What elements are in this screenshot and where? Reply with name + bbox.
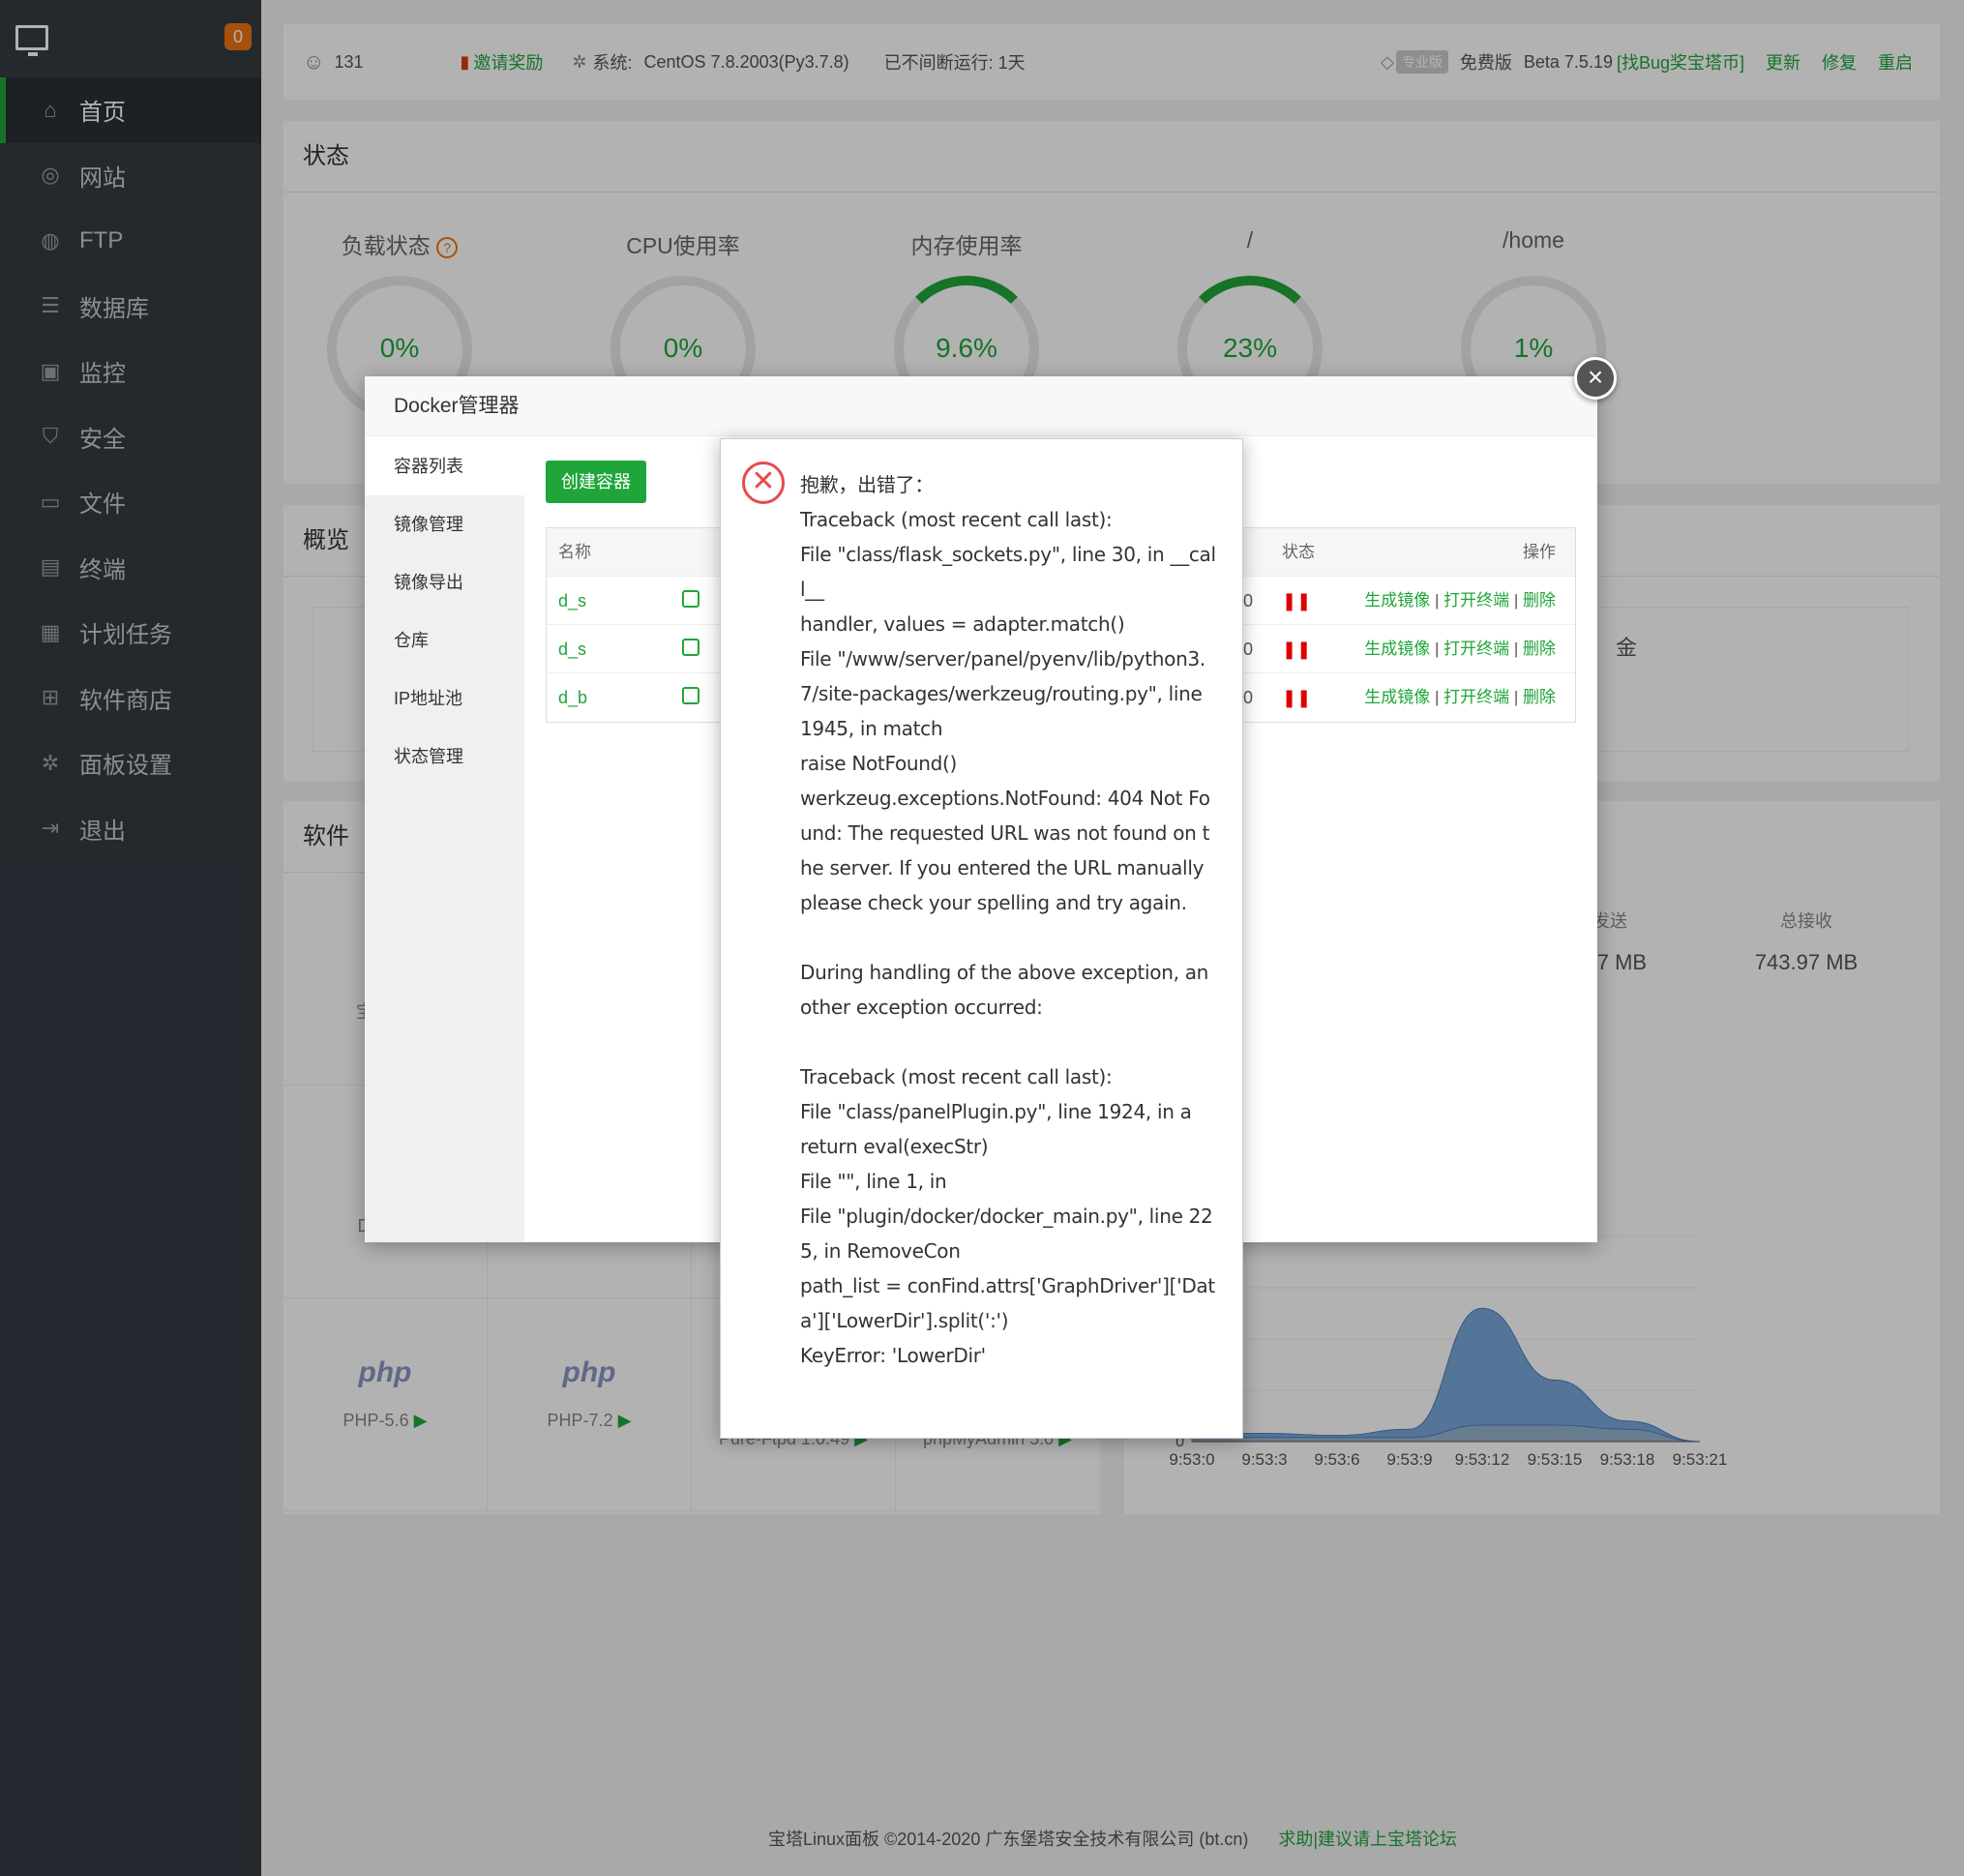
container-zero: 0 <box>1243 688 1254 707</box>
paused-icon[interactable]: ❚❚ <box>1282 577 1311 625</box>
error-icon: ✕ <box>742 462 785 504</box>
container-name[interactable]: d_b <box>558 673 587 722</box>
dialog-close-button[interactable]: × <box>1574 357 1617 400</box>
tab-repository[interactable]: 仓库 <box>365 611 524 670</box>
edit-icon[interactable] <box>682 639 699 656</box>
error-message: 抱歉，出错了： Traceback (most recent call last… <box>800 473 1216 1367</box>
col-status: 状态 <box>1282 543 1315 561</box>
dialog-sidebar: 容器列表 镜像管理 镜像导出 仓库 IP地址池 状态管理 <box>365 437 524 1242</box>
create-container-button[interactable]: 创建容器 <box>546 461 646 503</box>
tab-image-export[interactable]: 镜像导出 <box>365 553 524 611</box>
delete-link[interactable]: 删除 <box>1523 591 1556 610</box>
container-zero: 0 <box>1243 591 1254 610</box>
op-sep: | <box>1513 640 1519 658</box>
make-image-link[interactable]: 生成镜像 <box>1364 591 1430 610</box>
dialog-title: Docker管理器 <box>365 376 1597 436</box>
edit-icon[interactable] <box>682 687 699 704</box>
delete-link[interactable]: 删除 <box>1523 688 1556 706</box>
make-image-link[interactable]: 生成镜像 <box>1364 640 1430 658</box>
col-op: 操作 <box>1523 543 1556 561</box>
row-ops: 生成镜像 | 打开终端 | 删除 <box>1364 577 1556 625</box>
edit-icon[interactable] <box>682 590 699 608</box>
op-sep: | <box>1434 640 1440 658</box>
op-sep: | <box>1513 688 1519 706</box>
op-sep: | <box>1513 591 1519 610</box>
tab-ip-pool[interactable]: IP地址池 <box>365 670 524 728</box>
open-terminal-link[interactable]: 打开终端 <box>1443 640 1509 658</box>
close-icon: × <box>1587 362 1604 392</box>
error-popup: ✕ 抱歉，出错了： Traceback (most recent call la… <box>720 438 1243 1439</box>
container-name[interactable]: d_s <box>558 625 586 673</box>
col-name: 名称 <box>558 543 591 561</box>
container-name[interactable]: d_s <box>558 577 586 625</box>
tab-container-list[interactable]: 容器列表 <box>365 437 524 495</box>
tab-status-manage[interactable]: 状态管理 <box>365 728 524 786</box>
tab-image-manage[interactable]: 镜像管理 <box>365 495 524 553</box>
row-ops: 生成镜像 | 打开终端 | 删除 <box>1364 625 1556 673</box>
paused-icon[interactable]: ❚❚ <box>1282 625 1311 673</box>
op-sep: | <box>1434 688 1440 706</box>
open-terminal-link[interactable]: 打开终端 <box>1443 688 1509 706</box>
row-ops: 生成镜像 | 打开终端 | 删除 <box>1364 673 1556 722</box>
delete-link[interactable]: 删除 <box>1523 640 1556 658</box>
paused-icon[interactable]: ❚❚ <box>1282 673 1311 722</box>
op-sep: | <box>1434 591 1440 610</box>
container-zero: 0 <box>1243 640 1254 659</box>
make-image-link[interactable]: 生成镜像 <box>1364 688 1430 706</box>
open-terminal-link[interactable]: 打开终端 <box>1443 591 1509 610</box>
